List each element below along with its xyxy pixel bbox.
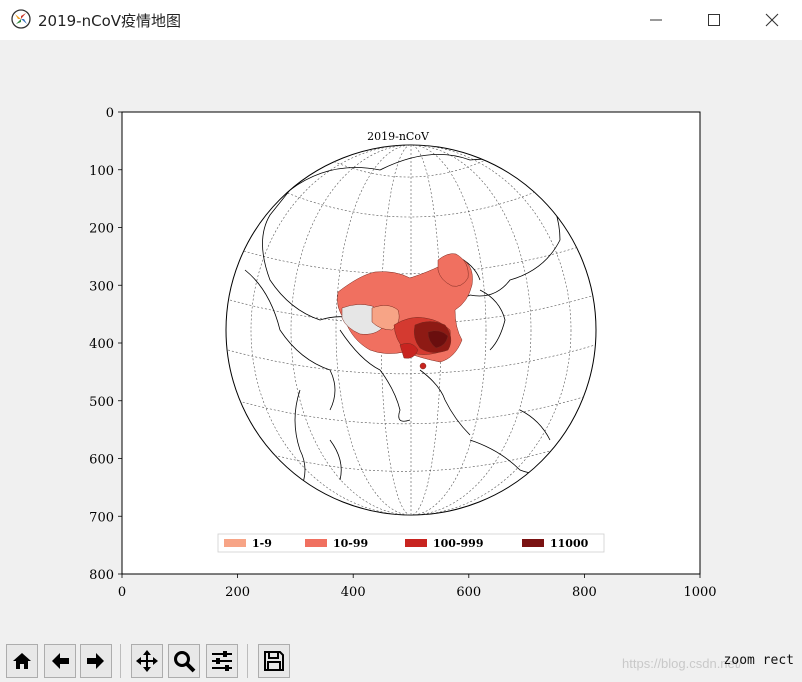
- title-bar: 2019-nCoV疫情地图: [0, 0, 802, 41]
- minimize-button[interactable]: [627, 0, 685, 40]
- save-button[interactable]: [258, 644, 290, 678]
- plot-title: 2019-nCoV: [367, 130, 430, 143]
- move-icon: [136, 650, 158, 672]
- y-tick-label: 300: [89, 279, 114, 294]
- minimize-icon: [650, 19, 662, 21]
- legend-label: 11000: [550, 537, 589, 550]
- x-tick-label: 200: [225, 585, 250, 600]
- floppy-disk-icon: [264, 651, 284, 671]
- arrow-left-icon: [52, 653, 69, 669]
- legend-label: 100-999: [433, 537, 484, 550]
- y-tick-label: 600: [89, 453, 114, 468]
- configure-subplots-button[interactable]: [206, 644, 238, 678]
- pan-button[interactable]: [131, 644, 163, 678]
- zoom-button[interactable]: [168, 644, 200, 678]
- x-tick-label: 0: [118, 585, 126, 600]
- x-tick-label: 1000: [683, 585, 716, 600]
- globe-map: [225, 144, 597, 516]
- close-button[interactable]: [743, 0, 801, 40]
- toolbar-separator: [120, 644, 121, 678]
- forward-button[interactable]: [80, 644, 112, 678]
- y-tick-label: 100: [89, 164, 114, 179]
- maximize-icon: [708, 14, 720, 26]
- home-button[interactable]: [6, 644, 38, 678]
- legend: 1-9 10-99 100-999 11000: [217, 533, 605, 553]
- legend-swatch: [405, 539, 427, 547]
- maximize-button[interactable]: [685, 0, 743, 40]
- app-icon: [11, 9, 31, 29]
- y-tick-label: 0: [106, 106, 114, 121]
- window-title: 2019-nCoV疫情地图: [38, 12, 182, 30]
- navigation-toolbar: https://blog.csdn.net/ zoom rect: [0, 640, 802, 682]
- legend-label: 1-9: [252, 537, 272, 550]
- y-tick-label: 200: [89, 222, 114, 237]
- legend-swatch: [305, 539, 327, 547]
- legend-label: 10-99: [333, 537, 368, 550]
- close-icon: [765, 13, 779, 27]
- toolbar-separator: [247, 644, 248, 678]
- x-tick-label: 600: [456, 585, 481, 600]
- y-tick-label: 700: [89, 510, 114, 525]
- y-tick-label: 400: [89, 337, 114, 352]
- arrow-right-icon: [87, 653, 104, 669]
- x-tick-label: 400: [341, 585, 366, 600]
- toolbar-status-text: zoom rect: [723, 653, 794, 668]
- magnifier-icon: [174, 651, 196, 673]
- y-tick-label: 500: [89, 395, 114, 410]
- x-axis: 0 200 400 600 800 1000: [118, 574, 717, 600]
- plot-figure[interactable]: 0 100 200 300 400 500 600 700 800 0 200 400 600 800 1…: [0, 40, 802, 640]
- sliders-icon: [212, 651, 232, 671]
- y-axis: 0 100 200 300 400 500 600 700 800: [89, 106, 122, 583]
- x-tick-label: 800: [572, 585, 597, 600]
- back-button[interactable]: [44, 644, 76, 678]
- legend-swatch: [224, 539, 246, 547]
- home-icon: [13, 653, 31, 669]
- legend-swatch: [522, 539, 544, 547]
- y-tick-label: 800: [89, 568, 114, 583]
